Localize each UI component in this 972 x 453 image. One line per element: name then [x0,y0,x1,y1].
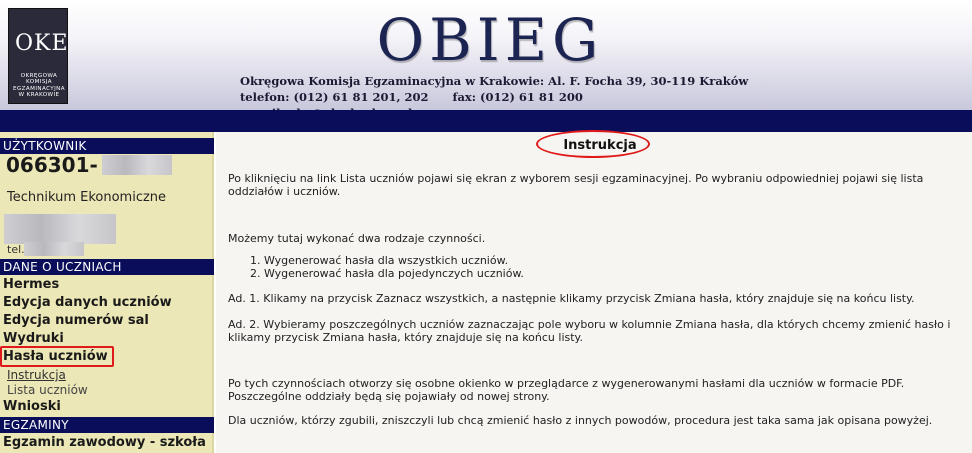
nav-edycja-danych[interactable]: Edycja danych uczniów [3,295,172,310]
paragraph-ad1: Ad. 1. Klikamy na przycisk Zaznacz wszys… [228,292,915,305]
nav-hermes[interactable]: Hermes [3,277,59,292]
fax-text: fax: (012) 61 81 200 [452,90,583,104]
subnav-lista-uczniow[interactable]: Lista uczniów [7,383,88,397]
address-text: Okręgowa Komisja Egzaminacyjna w Krakowi… [240,74,749,88]
sidebar: UŻYTKOWNIK 066301- Technikum Ekonomiczne… [0,132,214,453]
page-header: OKE OKRĘGOWA KOMISJA EGZAMINACYJNA W KRA… [0,0,972,120]
logo-mark: OKE [15,31,69,56]
page-title: Instrukcja [563,138,637,153]
nav-edycja-sal[interactable]: Edycja numerów sal [3,313,149,328]
nav-egzamin-zawodowy[interactable]: Egzamin zawodowy - szkoła [3,435,206,450]
students-section-header: DANE O UCZNIACH [0,259,214,275]
exams-section-header: EGZAMINY [0,417,214,433]
list-item-2: 2. Wygenerować hasła dla pojedynczych uc… [250,267,524,280]
paragraph-ad2: Ad. 2. Wybieramy poszczególnych uczniów … [228,318,951,344]
paragraph-2: Możemy tutaj wykonać dwa rodzaje czynnoś… [228,232,486,245]
paragraph-pdf: Po tych czynnościach otworzy się osobne … [228,377,905,403]
list-item-1: 1. Wygenerować hasła dla wszystkich uczn… [250,254,509,267]
site-title: OBIEG [376,6,604,74]
nav-wnioski[interactable]: Wnioski [3,399,61,414]
tel-label: tel. [7,243,25,256]
redacted-user-id [102,155,172,175]
user-section-header: UŻYTKOWNIK [0,138,214,154]
subnav-instrukcja[interactable]: Instrukcja [7,368,66,382]
school-name: Technikum Ekonomiczne [7,190,167,205]
logo-text: OKRĘGOWA KOMISJA EGZAMINACYJNA W KRAKOWI… [12,73,65,99]
nav-wydruki[interactable]: Wydruki [3,331,64,346]
redacted-address [4,214,116,244]
redacted-phone [24,242,84,256]
main-content: Instrukcja Po kliknięciu na link Lista u… [216,130,972,453]
paragraph-lost-password: Dla uczniów, którzy zgubili, zniszczyli … [228,414,933,427]
header-divider-bar [0,110,972,132]
phone-text: telefon: (012) 61 81 201, 202 [240,90,429,104]
user-code: 066301- [6,153,98,177]
highlight-box [0,346,114,367]
paragraph-1: Po kliknięciu na link Lista uczniów poja… [228,172,924,198]
oke-logo: OKE OKRĘGOWA KOMISJA EGZAMINACYJNA W KRA… [8,8,68,104]
